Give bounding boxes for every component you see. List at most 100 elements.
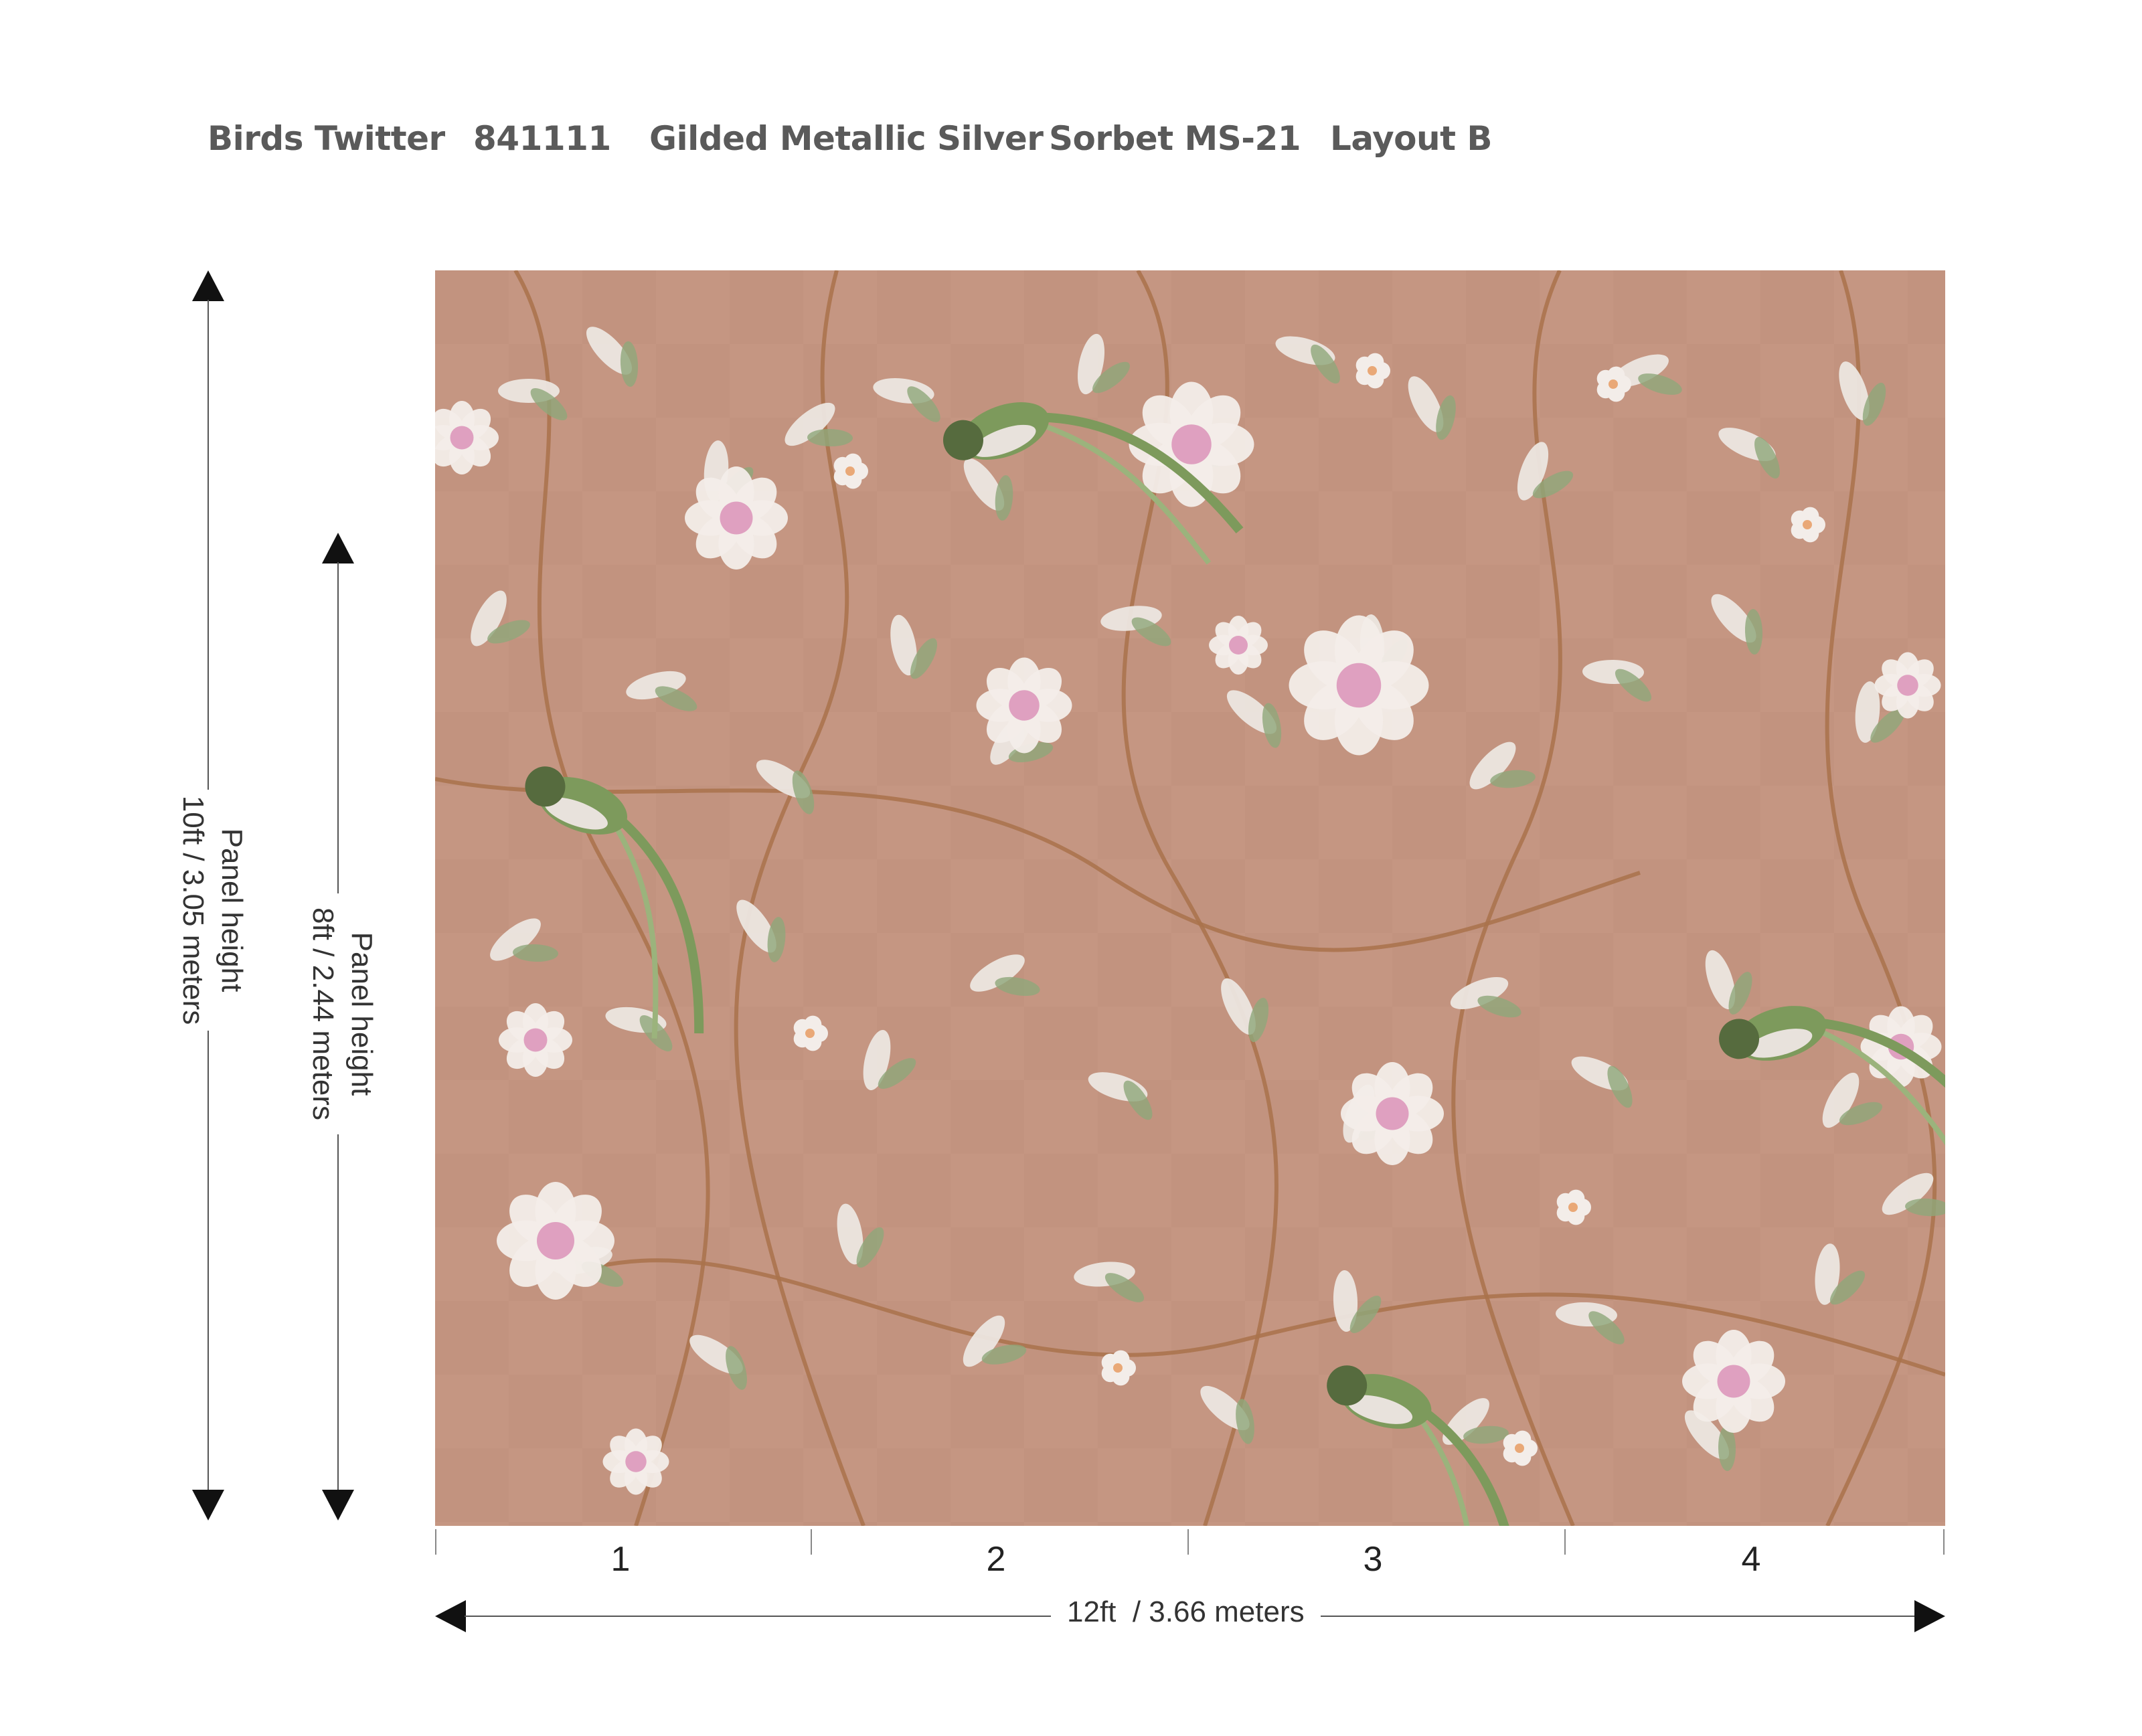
texture-tile	[1245, 1080, 1319, 1154]
texture-tile	[582, 565, 656, 638]
blossom-center	[1568, 1203, 1578, 1212]
texture-tile	[1098, 1522, 1171, 1526]
texture-tile	[1613, 1154, 1687, 1227]
blossom-center	[1368, 366, 1377, 375]
texture-tile	[877, 712, 951, 786]
inner-height-value: 8ft / 2.44 meters	[307, 907, 339, 1120]
texture-tile	[1171, 859, 1245, 933]
texture-tile	[730, 270, 803, 344]
texture-tile	[1171, 1301, 1245, 1375]
texture-tile	[509, 1375, 582, 1448]
texture-tile	[1466, 270, 1540, 344]
texture-tile	[656, 1080, 730, 1154]
texture-tile	[877, 859, 951, 933]
texture-tile	[656, 786, 730, 859]
flower-center	[1897, 675, 1918, 696]
texture-tile	[1540, 1227, 1613, 1301]
texture-tile	[1392, 786, 1466, 859]
texture-tile	[1687, 1080, 1760, 1154]
texture-tile	[1834, 1375, 1908, 1448]
texture-tile	[435, 1448, 509, 1522]
arrow-up-icon	[192, 270, 224, 301]
texture-tile	[1319, 1154, 1392, 1227]
texture-tile	[1024, 1301, 1098, 1375]
texture-tile	[1024, 270, 1098, 344]
texture-tile	[435, 270, 509, 344]
texture-tile	[877, 1154, 951, 1227]
arrow-down-icon	[192, 1490, 224, 1521]
texture-tile	[730, 565, 803, 638]
texture-tile	[1760, 859, 1834, 933]
texture-tile	[803, 1080, 877, 1154]
texture-tile	[582, 418, 656, 491]
panel-tick	[811, 1529, 812, 1555]
texture-tile	[877, 418, 951, 491]
panel-tick	[1187, 1529, 1189, 1555]
texture-tile	[1024, 859, 1098, 933]
texture-tile	[1024, 1448, 1098, 1522]
texture-tile	[1760, 565, 1834, 638]
texture-tile	[435, 859, 509, 933]
texture-tile	[656, 1375, 730, 1448]
pattern-number: 841111	[473, 119, 611, 158]
layout-name: Layout B	[1330, 119, 1493, 158]
flower-center	[450, 426, 474, 450]
texture-tile	[1024, 565, 1098, 638]
texture-tile	[1245, 1227, 1319, 1301]
texture-tile	[1613, 712, 1687, 786]
flower-center	[523, 1028, 548, 1052]
texture-tile	[1466, 1154, 1540, 1227]
texture-tile	[656, 1522, 730, 1526]
outer-height-value: 10ft / 3.05 meters	[177, 795, 210, 1025]
flower-center	[1229, 636, 1248, 655]
texture-tile	[1613, 1007, 1687, 1080]
arrow-up-icon	[322, 533, 354, 563]
texture-tile	[1098, 933, 1171, 1007]
texture-tile	[730, 1448, 803, 1522]
colorway-name: Sorbet MS-21	[1049, 119, 1301, 158]
texture-tile	[1319, 270, 1392, 344]
panel-number: 3	[1363, 1540, 1383, 1579]
texture-tile	[1098, 638, 1171, 712]
texture-tile	[1687, 491, 1760, 565]
arrow-left-icon	[435, 1600, 466, 1632]
texture-tile	[1613, 1448, 1687, 1522]
texture-tile	[1024, 1007, 1098, 1080]
pattern-illustration	[435, 270, 1945, 1526]
texture-tile	[1466, 565, 1540, 638]
texture-tile	[951, 1375, 1024, 1448]
texture-tile	[1540, 933, 1613, 1007]
texture-tile	[435, 1301, 509, 1375]
texture-tile	[1834, 1522, 1908, 1526]
texture-tile	[1687, 344, 1760, 418]
flower-center	[1336, 663, 1382, 708]
texture-tile	[951, 1522, 1024, 1526]
texture-tile	[1613, 859, 1687, 933]
texture-tile	[1245, 1375, 1319, 1448]
texture-tile	[1908, 270, 1945, 344]
texture-tile	[1540, 1522, 1613, 1526]
texture-tile	[1834, 786, 1908, 859]
texture-tile	[1613, 270, 1687, 344]
panel-tick	[1943, 1529, 1945, 1555]
texture-tile	[877, 565, 951, 638]
texture-tile	[877, 270, 951, 344]
blossom-center	[805, 1029, 815, 1038]
texture-tile	[1540, 1080, 1613, 1154]
blossom-center	[1803, 520, 1812, 529]
texture-tile	[877, 1448, 951, 1522]
outer-height-title: Panel height	[216, 828, 248, 992]
texture-tile	[1466, 1301, 1540, 1375]
flower-center	[1171, 424, 1212, 464]
texture-tile	[730, 1007, 803, 1080]
texture-tile	[1613, 1301, 1687, 1375]
texture-tile	[1613, 418, 1687, 491]
product-header: Birds Twitter 841111 Gilded Metallic Sil…	[0, 119, 2142, 173]
texture-tile	[1760, 270, 1834, 344]
texture-tile	[1171, 712, 1245, 786]
texture-tile	[1760, 1154, 1834, 1227]
inner-height-label: Panel height 8ft / 2.44 meters	[294, 893, 381, 1134]
texture-tile	[1908, 859, 1945, 933]
texture-tile	[1171, 270, 1245, 344]
texture-tile	[1760, 1448, 1834, 1522]
